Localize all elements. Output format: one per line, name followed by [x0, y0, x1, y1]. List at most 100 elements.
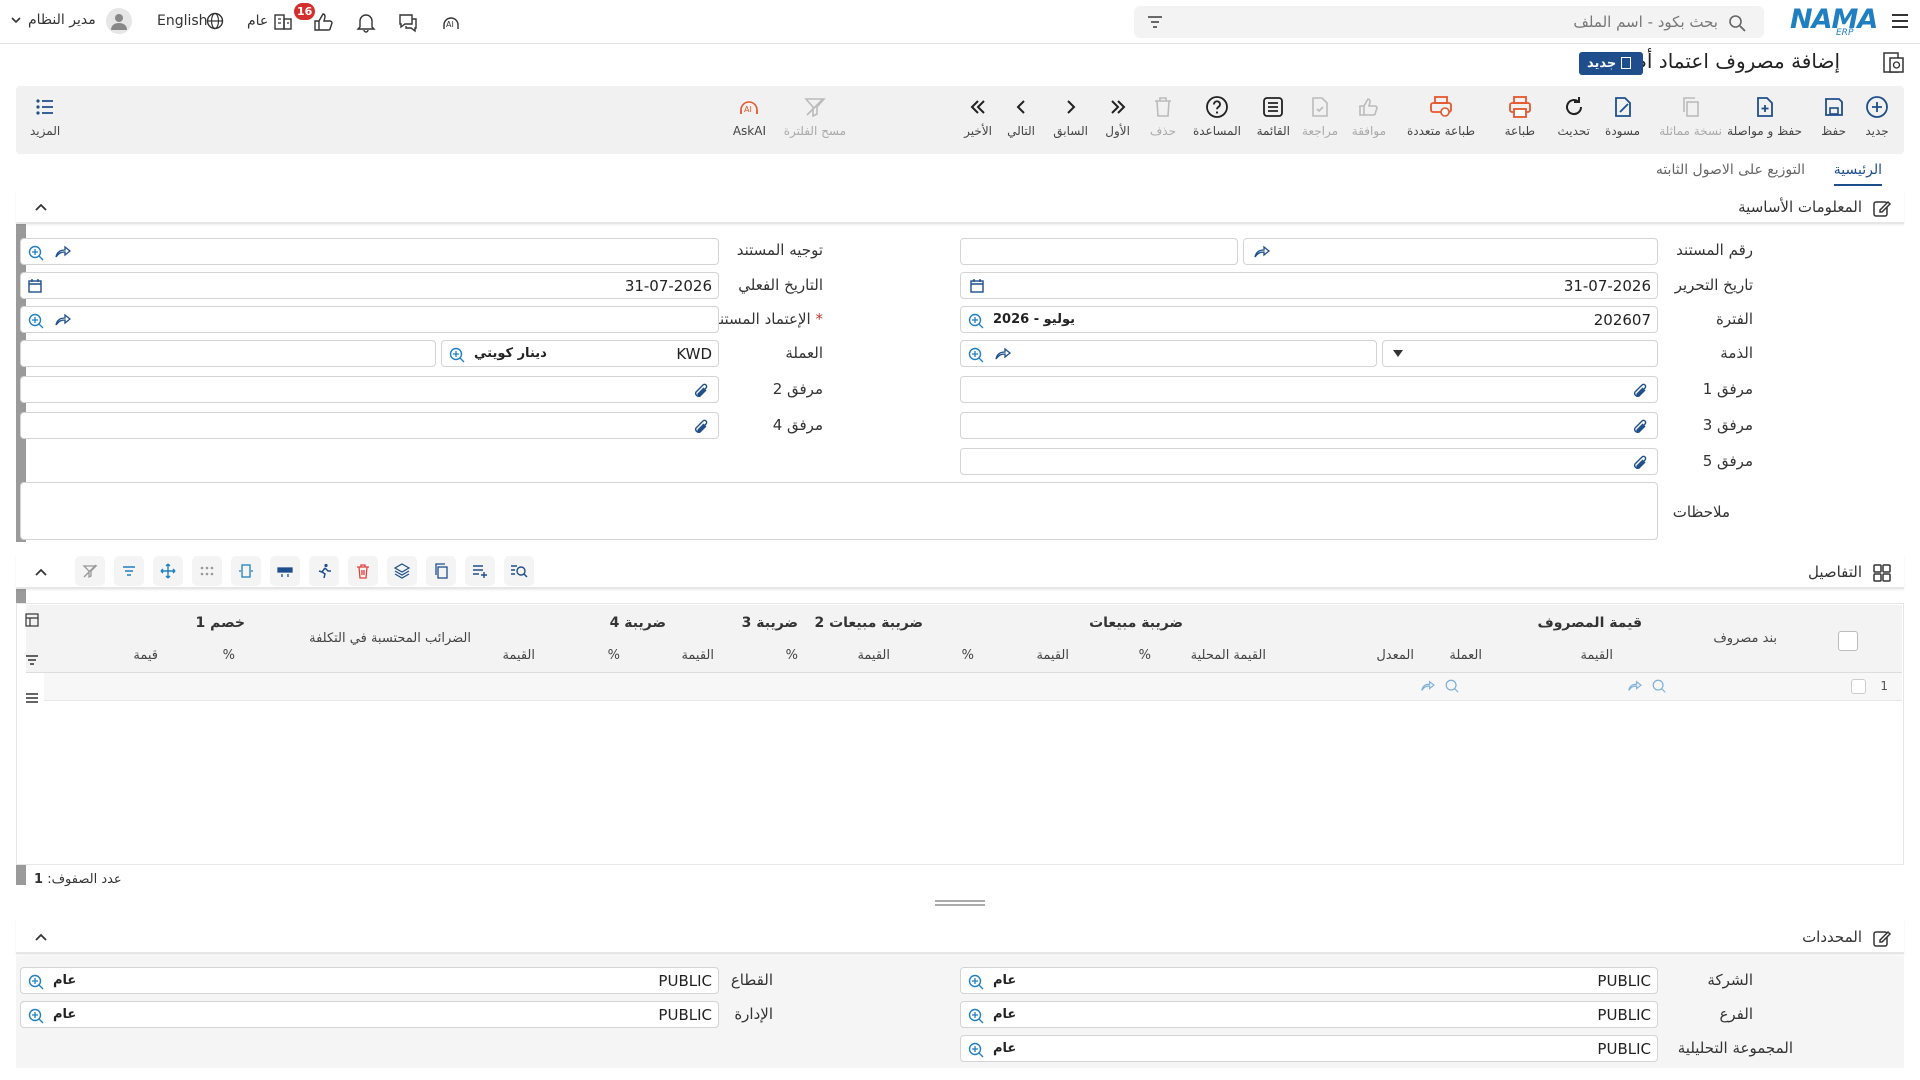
clear-grid-filter-button[interactable] — [75, 556, 105, 586]
paperclip-icon[interactable] — [692, 418, 710, 436]
doc-number-input[interactable] — [960, 238, 1238, 265]
period-lookup[interactable]: 2026 - يوليو 202607 — [960, 306, 1658, 333]
basic-info-header[interactable]: المعلومات الأساسية — [16, 190, 1904, 224]
attachment3-field[interactable] — [960, 412, 1658, 439]
approve-button[interactable]: موافقة — [1352, 94, 1386, 138]
company-lookup[interactable]: عام PUBLIC — [960, 967, 1658, 994]
link-icon[interactable] — [53, 312, 71, 328]
branch-lookup[interactable]: عام PUBLIC — [960, 1001, 1658, 1028]
link-icon[interactable] — [53, 244, 71, 260]
search-lookup-icon[interactable] — [27, 312, 45, 330]
filter-icon[interactable] — [1146, 14, 1164, 30]
search-rows-button[interactable] — [504, 556, 534, 586]
attachment5-field[interactable] — [960, 448, 1658, 475]
doc-route-lookup[interactable] — [20, 238, 719, 265]
user-name[interactable]: مدير النظام — [28, 12, 96, 28]
refresh-button[interactable]: تحديث — [1557, 94, 1590, 138]
link-icon[interactable] — [1626, 679, 1642, 693]
col-expense-item[interactable]: بند مصروف — [1713, 631, 1777, 646]
insert-row-button[interactable] — [270, 556, 300, 586]
globe-icon[interactable] — [206, 12, 224, 30]
search-lookup-icon[interactable] — [1444, 678, 1460, 694]
col-rate[interactable]: المعدل — [1376, 648, 1414, 663]
paperclip-icon[interactable] — [692, 382, 710, 400]
avatar-icon[interactable] — [106, 8, 132, 34]
company-switch-icon[interactable] — [272, 10, 294, 32]
grid-menu-icon[interactable] — [25, 691, 39, 705]
liability-lookup[interactable] — [960, 340, 1377, 367]
col-sales-tax2-value[interactable]: القيمة — [857, 648, 890, 663]
help-button[interactable]: المساعدة — [1193, 94, 1241, 138]
collapse-chevron-icon[interactable] — [34, 200, 48, 214]
bell-icon[interactable] — [355, 11, 377, 33]
save-continue-button[interactable]: حفظ و مواصلة — [1727, 94, 1802, 138]
department-lookup[interactable]: عام PUBLIC — [20, 1001, 719, 1028]
layers-button[interactable] — [387, 556, 417, 586]
doc-number-lookup[interactable] — [1219, 238, 1658, 265]
search-lookup-icon[interactable] — [27, 244, 45, 262]
actual-date-field[interactable]: 31-07-2026 — [20, 272, 719, 299]
print-button[interactable]: طباعة — [1505, 94, 1535, 138]
search-lookup-icon[interactable] — [967, 312, 985, 330]
ask-ai-button[interactable]: AI AskAI — [733, 94, 766, 138]
attachment2-field[interactable] — [20, 376, 719, 403]
ask-ai-icon[interactable]: AI — [439, 10, 463, 34]
more-button[interactable]: المزيد — [30, 94, 60, 138]
chat-icon[interactable] — [397, 11, 419, 33]
grid-filter-button[interactable] — [114, 556, 144, 586]
attachment4-field[interactable] — [20, 412, 719, 439]
col-sales-tax2-pct[interactable]: % — [962, 648, 974, 663]
search-lookup-icon[interactable] — [967, 1041, 985, 1059]
paperclip-icon[interactable] — [1631, 454, 1649, 472]
col-tax4-pct[interactable]: % — [608, 648, 620, 663]
search-lookup-icon[interactable] — [967, 346, 985, 364]
search-lookup-icon[interactable] — [967, 1007, 985, 1025]
fit-columns-button[interactable] — [231, 556, 261, 586]
grid-columns-toggle-icon[interactable] — [25, 613, 39, 627]
grid-filter-toggle-icon[interactable] — [25, 653, 39, 667]
last-button[interactable]: الأخير — [964, 94, 992, 138]
new-button[interactable]: جديد — [1865, 94, 1889, 138]
select-all-checkbox[interactable] — [1838, 631, 1858, 651]
col-tax3-pct[interactable]: % — [786, 648, 798, 663]
col-local-value[interactable]: القيمة المحلية — [1191, 648, 1266, 663]
attachment1-field[interactable] — [960, 376, 1658, 403]
col-discount-amount[interactable]: قيمة — [133, 648, 158, 663]
multi-print-button[interactable]: طباعة متعددة — [1407, 94, 1475, 138]
resize-handle[interactable] — [935, 900, 985, 906]
first-button[interactable]: الأول — [1105, 94, 1130, 138]
doc-approval-lookup[interactable] — [20, 306, 719, 333]
link-icon[interactable] — [1252, 244, 1270, 260]
link-icon[interactable] — [1419, 679, 1435, 693]
paperclip-icon[interactable] — [1631, 418, 1649, 436]
dimensions-header[interactable]: المحددات — [16, 920, 1904, 954]
hamburger-menu-icon[interactable] — [1890, 11, 1910, 31]
clear-filter-button[interactable]: مسح الفلترة — [784, 94, 846, 138]
run-button[interactable] — [309, 556, 339, 586]
col-currency[interactable]: العملة — [1449, 648, 1482, 663]
notes-textarea[interactable] — [20, 482, 1658, 540]
search-lookup-icon[interactable] — [27, 1007, 45, 1025]
col-tax4-value[interactable]: القيمة — [502, 648, 535, 663]
dots-grid-button[interactable] — [192, 556, 222, 586]
search-lookup-icon[interactable] — [448, 346, 466, 364]
exchange-rate-input[interactable] — [20, 340, 436, 367]
liability-type-select[interactable] — [1382, 340, 1658, 367]
table-row[interactable]: 1 — [44, 673, 1902, 701]
collapse-chevron-icon[interactable] — [34, 930, 48, 944]
review-button[interactable]: مراجعة — [1302, 94, 1338, 138]
save-button[interactable]: حفظ — [1821, 94, 1846, 138]
user-menu-chevron-icon[interactable] — [10, 14, 22, 26]
previous-button[interactable]: السابق — [1053, 94, 1088, 138]
search-input[interactable]: بحث بكود - اسم الملف — [1573, 13, 1718, 31]
search-lookup-icon[interactable] — [1651, 678, 1667, 694]
language-switch[interactable]: English — [157, 13, 208, 29]
add-lines-button[interactable] — [465, 556, 495, 586]
tab-main[interactable]: الرئيسية — [1833, 162, 1882, 186]
col-sales-tax-pct[interactable]: % — [1139, 648, 1151, 663]
collapse-chevron-icon[interactable] — [34, 565, 48, 579]
calendar-icon[interactable] — [27, 278, 43, 294]
calendar-icon[interactable] — [969, 278, 985, 294]
scope-label[interactable]: عام — [247, 13, 268, 29]
duplicate-button[interactable]: نسخة مماثلة — [1659, 94, 1722, 138]
